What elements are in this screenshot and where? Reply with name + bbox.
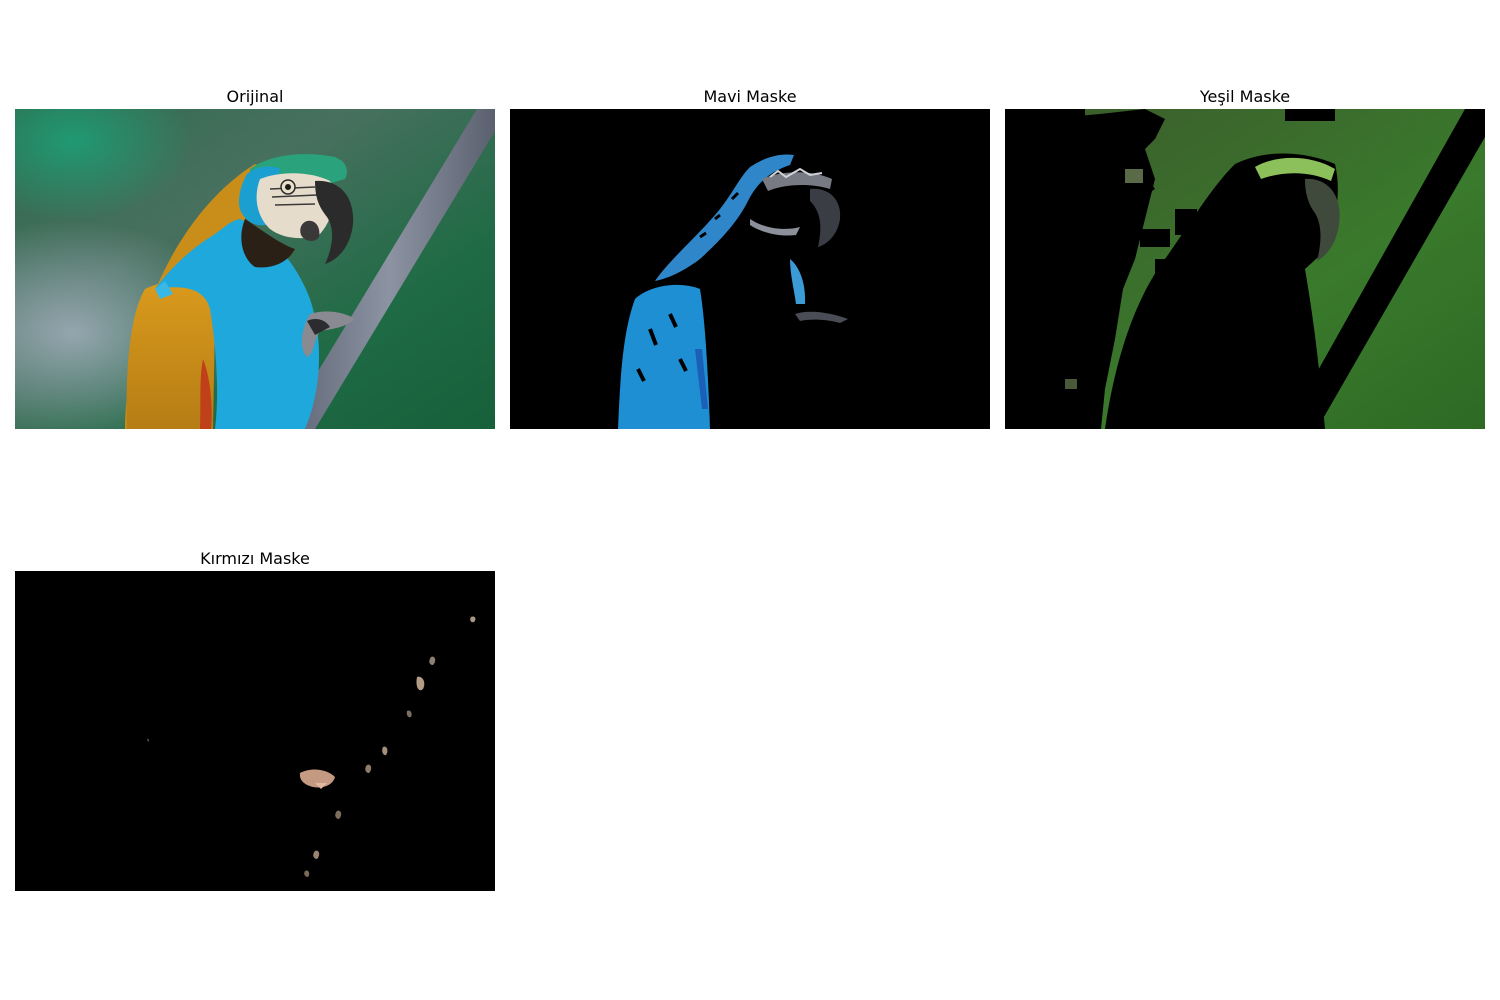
green-mask-image	[1005, 109, 1485, 429]
panel-title: Orijinal	[226, 87, 284, 106]
original-image	[15, 109, 495, 429]
panel-title: Mavi Maske	[703, 87, 797, 106]
panel-title: Yeşil Maske	[1199, 87, 1291, 106]
blue-mask-image	[510, 109, 990, 429]
panel-title: Kırmızı Maske	[200, 549, 310, 568]
red-mask-image	[15, 571, 495, 891]
